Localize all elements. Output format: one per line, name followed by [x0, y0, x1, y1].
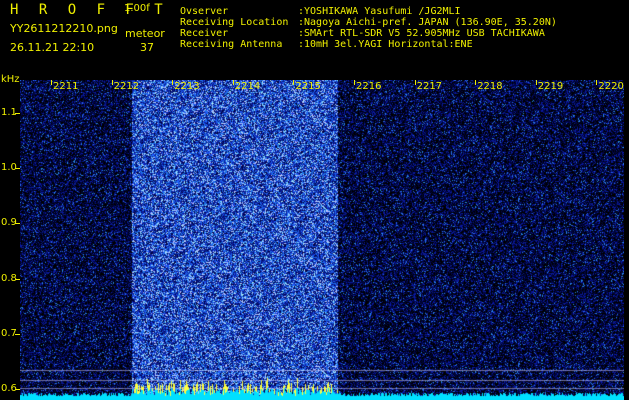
y-axis-unit: kHz [1, 74, 20, 85]
x-tick-mark [232, 80, 234, 85]
station-row-observer: Ovserver :YOSHIKAWA Yasufumi /JG2MLI [180, 6, 557, 17]
station-value: :Nagoya Aichi-pref. JAPAN (136.90E, 35.2… [298, 17, 557, 28]
station-row-antenna: Receiving Antenna :10mH 3el.YAGI Horizont… [180, 39, 557, 50]
y-tick-mark [15, 278, 20, 280]
x-tick-mark [172, 80, 174, 85]
x-tick-mark [51, 80, 52, 85]
station-value: :SMArt RTL-SDR V5 52.905MHz USB TACHIKAW… [298, 28, 545, 39]
station-key: Receiving Antenna [180, 39, 283, 50]
x-tick-mark [475, 80, 477, 85]
x-tick-label: 2215 [295, 81, 321, 92]
x-tick-mark [354, 80, 355, 85]
capture-datetime: 26.11.21 22:10 [10, 41, 95, 54]
station-key: Receiving Location [180, 17, 289, 28]
x-tick-label: 2214 [234, 81, 261, 92]
spectrogram-canvas [20, 80, 624, 400]
y-tick-mark [15, 113, 20, 115]
station-row-location: Receiving Location :Nagoya Aichi-pref. JA… [180, 17, 557, 28]
y-tick-mark [15, 168, 20, 170]
y-tick-mark [15, 223, 20, 225]
x-tick-mark [293, 80, 295, 85]
y-tick-mark [15, 388, 20, 390]
x-tick-label: 2216 [356, 81, 382, 92]
x-tick-mark [535, 80, 537, 85]
station-key: Receiver [180, 28, 229, 39]
x-tick-mark [596, 80, 598, 85]
x-tick-label: 2211 [53, 81, 79, 92]
station-row-receiver: Receiver :SMArt RTL-SDR V5 52.905MHz USB … [180, 28, 557, 39]
x-tick-mark [414, 80, 416, 85]
x-tick-label: 2213 [174, 81, 200, 92]
x-tick-label: 2212 [113, 81, 140, 92]
header-panel: H R O F F T 1.00f YY2611212210.png meteo… [0, 0, 629, 78]
x-tick-label: 2218 [477, 81, 503, 92]
station-info: Ovserver :YOSHIKAWA Yasufumi /JG2MLI Rece… [180, 6, 557, 50]
x-tick-label: 2217 [416, 81, 443, 92]
x-tick-label: 2220 [598, 81, 624, 92]
meteor-label: meteor [125, 27, 165, 40]
x-tick-mark [111, 80, 113, 85]
meteor-count: 37 [140, 41, 154, 54]
station-value: :10mH 3el.YAGI Horizontal:ENE [298, 39, 473, 50]
app-version: 1.00f [124, 3, 150, 14]
x-tick-label: 2219 [537, 81, 564, 92]
spectrogram-plot [20, 80, 624, 400]
station-value: :YOSHIKAWA Yasufumi /JG2MLI [298, 6, 461, 17]
station-key: Ovserver [180, 6, 229, 17]
y-tick-mark [15, 333, 20, 335]
image-filename: YY2611212210.png [10, 22, 118, 35]
